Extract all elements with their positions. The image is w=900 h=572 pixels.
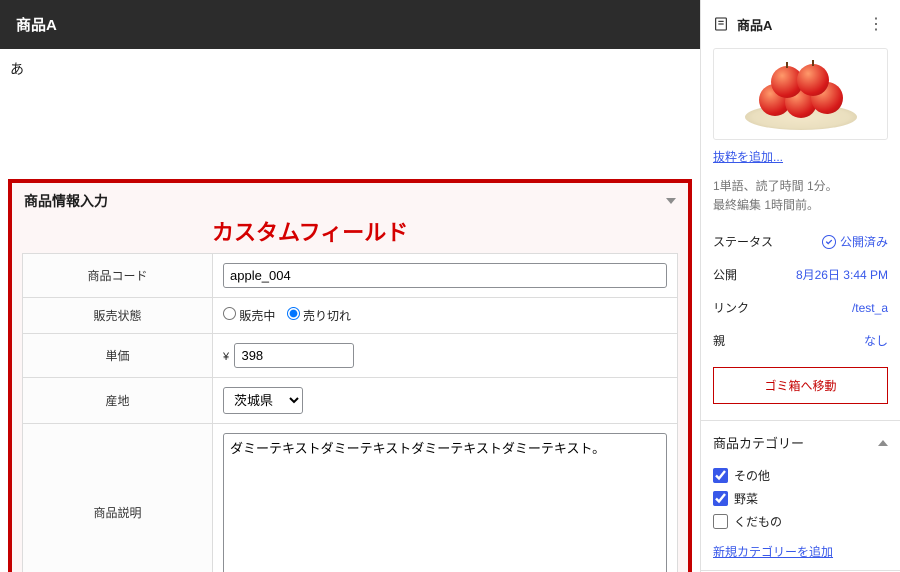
page-title: 商品A xyxy=(16,17,57,34)
custom-field-table: 商品コード 販売状態 販売中 売り切れ xyxy=(22,253,678,572)
field-label: 産地 xyxy=(23,378,213,424)
radio-label: 販売中 xyxy=(239,309,275,323)
category-item[interactable]: くだもの xyxy=(713,510,888,533)
check-circle-icon xyxy=(822,235,836,249)
custom-field-metabox: 商品情報入力 カスタムフィールド 商品コード 販売状態 販売中 xyxy=(8,179,692,572)
apples-illustration xyxy=(741,58,861,130)
custom-field-overlay-label: カスタムフィールド xyxy=(212,215,688,247)
kv-label: 公開 xyxy=(713,266,737,283)
kv-label: ステータス xyxy=(713,233,773,250)
collapse-icon[interactable] xyxy=(666,198,676,204)
radio-onsale[interactable] xyxy=(223,307,236,320)
field-label: 商品コード xyxy=(23,254,213,298)
price-input[interactable] xyxy=(234,343,354,368)
meta-line: 最終編集 1時間前。 xyxy=(713,196,888,215)
origin-select[interactable]: 茨城県 xyxy=(223,387,303,414)
category-checkbox[interactable] xyxy=(713,491,728,506)
post-content-text: あ xyxy=(10,61,24,77)
publish-date-value[interactable]: 8月26日 3:44 PM xyxy=(796,266,888,283)
post-icon xyxy=(713,16,729,32)
status-value[interactable]: 公開済み xyxy=(822,233,888,250)
yen-symbol: ¥ xyxy=(223,351,229,363)
parent-value[interactable]: なし xyxy=(864,332,888,349)
add-excerpt-link[interactable]: 抜粋を追加... xyxy=(713,150,783,164)
move-to-trash-button[interactable]: ゴミ箱へ移動 xyxy=(713,367,888,404)
category-checkbox[interactable] xyxy=(713,514,728,529)
description-textarea[interactable]: ダミーテキストダミーテキストダミーテキストダミーテキスト。 xyxy=(223,433,667,572)
radio-soldout[interactable] xyxy=(287,307,300,320)
category-panel-body: その他野菜くだもの xyxy=(701,464,900,543)
kebab-icon[interactable]: ⋮ xyxy=(864,12,888,36)
panel-title: 商品カテゴリー xyxy=(713,433,804,452)
status-soldout-option[interactable]: 売り切れ xyxy=(287,309,351,323)
category-panel-toggle[interactable]: 商品カテゴリー xyxy=(701,421,900,464)
status-text: 公開済み xyxy=(840,233,888,250)
product-code-input[interactable] xyxy=(223,263,667,288)
field-label: 販売状態 xyxy=(23,298,213,334)
field-label: 商品説明 xyxy=(23,424,213,572)
status-onsale-option[interactable]: 販売中 xyxy=(223,309,279,323)
add-category-link[interactable]: 新規カテゴリーを追加 xyxy=(713,545,833,559)
page-title-bar: 商品A xyxy=(0,0,700,49)
sidebar: 商品A ⋮ 抜粋を追加... 1単語、読了時間 1分。 最終編集 1時間前。 ス… xyxy=(700,0,900,572)
featured-image[interactable] xyxy=(713,48,888,140)
meta-line: 1単語、読了時間 1分。 xyxy=(713,177,888,196)
kv-label: リンク xyxy=(713,299,749,316)
post-meta-text: 1単語、読了時間 1分。 最終編集 1時間前。 xyxy=(701,175,900,225)
category-label: その他 xyxy=(734,467,770,484)
field-label: 単価 xyxy=(23,334,213,378)
category-checkbox[interactable] xyxy=(713,468,728,483)
radio-label: 売り切れ xyxy=(303,309,351,323)
sidebar-post-title: 商品A xyxy=(737,15,856,34)
category-label: 野菜 xyxy=(734,490,758,507)
permalink-value[interactable]: /test_a xyxy=(852,301,888,315)
category-item[interactable]: 野菜 xyxy=(713,487,888,510)
post-content[interactable]: あ xyxy=(0,49,700,89)
kv-label: 親 xyxy=(713,332,725,349)
category-label: くだもの xyxy=(734,513,782,530)
chevron-up-icon xyxy=(878,440,888,446)
category-item[interactable]: その他 xyxy=(713,464,888,487)
metabox-heading: 商品情報入力 xyxy=(24,191,108,211)
